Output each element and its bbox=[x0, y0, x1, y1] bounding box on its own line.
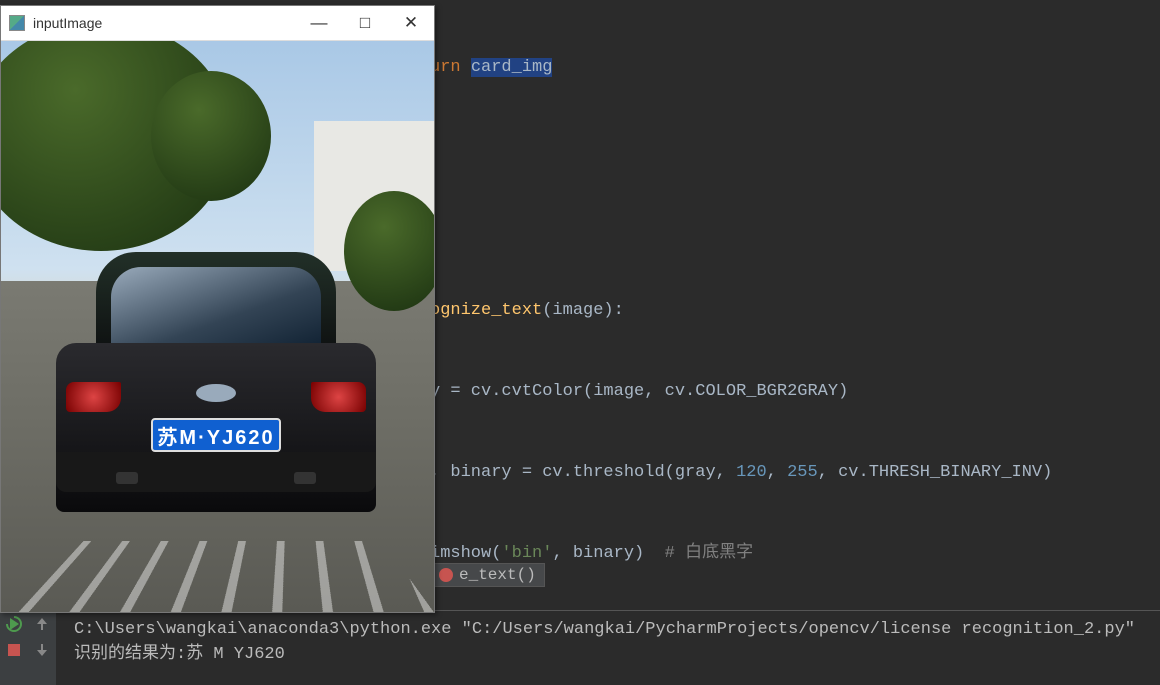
terminal-output[interactable]: C:\Users\wangkai\anaconda3\python.exe "C… bbox=[56, 611, 1160, 685]
window-minimize-button[interactable]: — bbox=[296, 6, 342, 41]
car-image: 苏M·YJ620 bbox=[56, 252, 376, 512]
root: urn card_img ognize_text(image): y = cv.… bbox=[0, 0, 1160, 685]
window-icon bbox=[9, 15, 25, 31]
completion-kind-icon bbox=[439, 568, 453, 582]
arrow-down-icon[interactable] bbox=[34, 642, 50, 658]
license-plate: 苏M·YJ620 bbox=[151, 418, 281, 452]
rerun-icon[interactable] bbox=[6, 616, 22, 632]
term-line-2: 识别的结果为:苏 M YJ620 bbox=[74, 642, 1142, 667]
image-window[interactable]: inputImage — □ ✕ bbox=[0, 5, 435, 613]
run-panel: C:\Users\wangkai\anaconda3\python.exe "C… bbox=[0, 610, 1160, 685]
window-maximize-button[interactable]: □ bbox=[342, 6, 388, 41]
fn-recognize: ognize_text bbox=[430, 301, 542, 320]
run-gutter-1 bbox=[0, 611, 28, 685]
stop-icon[interactable] bbox=[6, 642, 22, 658]
window-title: inputImage bbox=[33, 15, 296, 31]
completion-popup[interactable]: e_text() bbox=[430, 563, 545, 587]
sel-card-img: card_img bbox=[471, 58, 553, 77]
arrow-up-icon[interactable] bbox=[34, 616, 50, 632]
term-line-1: C:\Users\wangkai\anaconda3\python.exe "C… bbox=[74, 617, 1142, 642]
image-canvas: 苏M·YJ620 bbox=[1, 41, 434, 612]
run-gutter-2 bbox=[28, 611, 56, 685]
window-close-button[interactable]: ✕ bbox=[388, 6, 434, 41]
kw-return: urn bbox=[430, 58, 471, 77]
completion-text: e_text() bbox=[459, 566, 536, 584]
image-window-titlebar[interactable]: inputImage — □ ✕ bbox=[1, 6, 434, 41]
